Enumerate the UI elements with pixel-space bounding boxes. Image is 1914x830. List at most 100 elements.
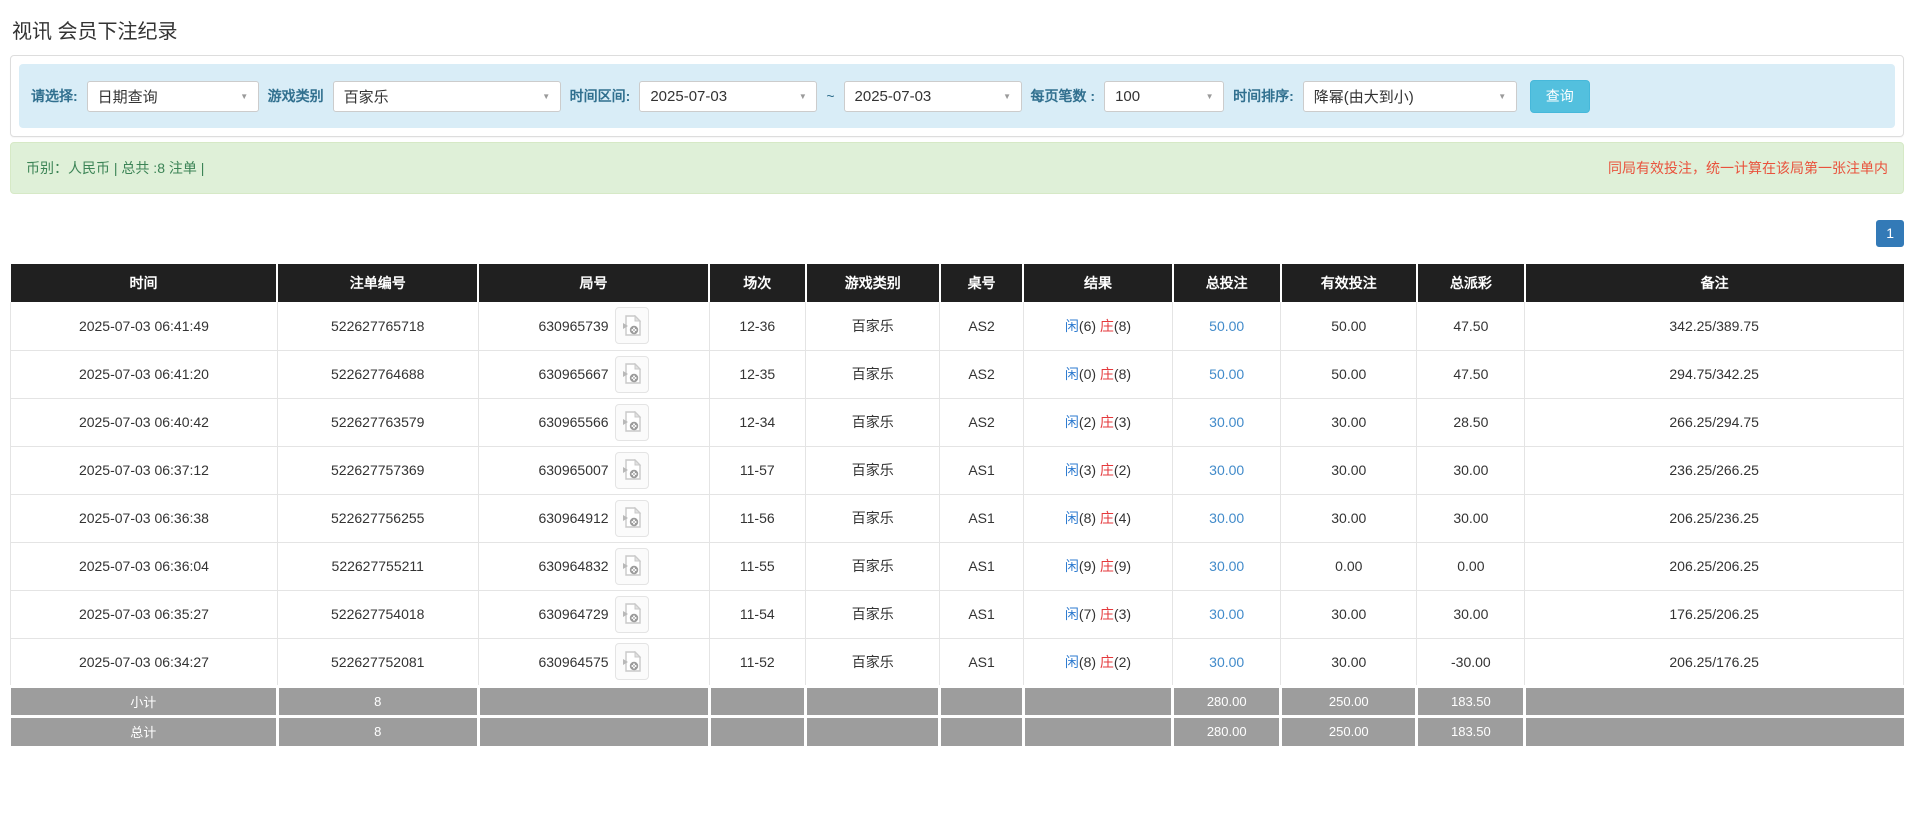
cell-note: 266.25/294.75 — [1525, 398, 1904, 446]
column-header-2: 局号 — [478, 264, 709, 302]
result-player-label: 闲 — [1065, 558, 1079, 574]
result-banker-value: (8) — [1114, 366, 1131, 382]
total-bet-link[interactable]: 30.00 — [1209, 414, 1244, 430]
time-sort-label: 时间排序: — [1233, 86, 1294, 106]
result-banker-label: 庄 — [1100, 510, 1114, 526]
table-row: 2025-07-03 06:34:27522627752081630964575… — [11, 638, 1904, 686]
result-player-value: (6) — [1079, 318, 1096, 334]
result-banker-value: (9) — [1114, 558, 1131, 574]
total-bet-link[interactable]: 30.00 — [1209, 558, 1244, 574]
cell-session: 11-54 — [709, 590, 806, 638]
table-row: 2025-07-03 06:37:12522627757369630965007… — [11, 446, 1904, 494]
cell-session: 11-52 — [709, 638, 806, 686]
cell-total-bet: 30.00 — [1173, 398, 1281, 446]
time-sort-value: 降幂(由大到小) — [1304, 86, 1489, 107]
date-to-select[interactable]: 2025-07-03 ▼ — [844, 81, 1022, 112]
chevron-down-icon[interactable]: ▼ — [533, 82, 560, 111]
summary-currency-count: 币别：人民币 | 总共 :8 注单 | — [26, 158, 204, 178]
subtotal-total-bet: 280.00 — [1173, 686, 1281, 716]
page-button-1[interactable]: 1 — [1876, 220, 1904, 247]
cell-bet-id: 522627752081 — [277, 638, 478, 686]
cell-result: 闲(8) 庄(4) — [1023, 494, 1173, 542]
cell-valid-bet: 0.00 — [1281, 542, 1417, 590]
query-type-value: 日期查询 — [88, 86, 231, 107]
time-sort-select[interactable]: 降幂(由大到小) ▼ — [1303, 81, 1517, 112]
video-replay-button[interactable] — [615, 500, 649, 537]
result-player-value: (8) — [1079, 510, 1096, 526]
total-bet-link[interactable]: 50.00 — [1209, 366, 1244, 382]
table-row: 2025-07-03 06:41:20522627764688630965667… — [11, 350, 1904, 398]
cell-total-bet: 50.00 — [1173, 350, 1281, 398]
chevron-down-icon[interactable]: ▼ — [1196, 82, 1223, 111]
cell-round-id: 630965007 — [478, 446, 709, 494]
column-header-10: 备注 — [1525, 264, 1904, 302]
result-banker-label: 庄 — [1100, 366, 1114, 382]
subtotal-valid-bet: 250.00 — [1281, 686, 1417, 716]
subtotal-payout: 183.50 — [1417, 686, 1525, 716]
cell-note: 236.25/266.25 — [1525, 446, 1904, 494]
video-replay-button[interactable] — [615, 452, 649, 489]
total-bet-link[interactable]: 30.00 — [1209, 606, 1244, 622]
cell-bet-id: 522627764688 — [277, 350, 478, 398]
cell-bet-id: 522627756255 — [277, 494, 478, 542]
chevron-down-icon[interactable]: ▼ — [1489, 82, 1516, 111]
cell-game-type: 百家乐 — [806, 590, 940, 638]
total-empty-cell — [709, 716, 806, 746]
total-bet-link[interactable]: 50.00 — [1209, 318, 1244, 334]
result-player-label: 闲 — [1065, 366, 1079, 382]
cell-result: 闲(8) 庄(2) — [1023, 638, 1173, 686]
cell-time: 2025-07-03 06:36:38 — [11, 494, 278, 542]
cell-round-id: 630964575 — [478, 638, 709, 686]
result-player-label: 闲 — [1065, 510, 1079, 526]
cell-time: 2025-07-03 06:36:04 — [11, 542, 278, 590]
date-from-select[interactable]: 2025-07-03 ▼ — [639, 81, 817, 112]
page-title: 视讯 会员下注纪录 — [12, 15, 1904, 44]
cell-valid-bet: 30.00 — [1281, 398, 1417, 446]
cell-game-type: 百家乐 — [806, 638, 940, 686]
total-bet-link[interactable]: 30.00 — [1209, 510, 1244, 526]
column-header-9: 总派彩 — [1417, 264, 1525, 302]
cell-session: 11-55 — [709, 542, 806, 590]
cell-table-no: AS2 — [940, 302, 1023, 350]
total-bet-link[interactable]: 30.00 — [1209, 654, 1244, 670]
cell-valid-bet: 30.00 — [1281, 494, 1417, 542]
search-button[interactable]: 查询 — [1530, 80, 1590, 113]
video-replay-button[interactable] — [615, 548, 649, 585]
video-file-icon — [622, 555, 642, 577]
column-header-0: 时间 — [11, 264, 278, 302]
cell-payout: 47.50 — [1417, 350, 1525, 398]
total-empty-cell — [1023, 716, 1173, 746]
chevron-down-icon[interactable]: ▼ — [231, 82, 258, 111]
cell-round-id: 630965667 — [478, 350, 709, 398]
total-empty-cell — [478, 716, 709, 746]
cell-bet-id: 522627754018 — [277, 590, 478, 638]
cell-total-bet: 50.00 — [1173, 302, 1281, 350]
query-type-select[interactable]: 日期查询 ▼ — [87, 81, 259, 112]
chevron-down-icon[interactable]: ▼ — [789, 82, 816, 111]
result-banker-label: 庄 — [1100, 318, 1114, 334]
cell-total-bet: 30.00 — [1173, 542, 1281, 590]
cell-table-no: AS1 — [940, 638, 1023, 686]
video-replay-button[interactable] — [615, 404, 649, 441]
subtotal-count: 8 — [277, 686, 478, 716]
subtotal-empty-cell — [940, 686, 1023, 716]
game-type-select[interactable]: 百家乐 ▼ — [333, 81, 561, 112]
cell-bet-id: 522627757369 — [277, 446, 478, 494]
round-id-text: 630965566 — [538, 414, 608, 430]
per-page-select[interactable]: 100 ▼ — [1104, 81, 1224, 112]
cell-payout: 30.00 — [1417, 590, 1525, 638]
result-player-label: 闲 — [1065, 318, 1079, 334]
video-replay-button[interactable] — [615, 643, 649, 680]
total-bet-link[interactable]: 30.00 — [1209, 462, 1244, 478]
video-replay-button[interactable] — [615, 596, 649, 633]
cell-valid-bet: 50.00 — [1281, 302, 1417, 350]
video-replay-button[interactable] — [615, 307, 649, 344]
result-player-label: 闲 — [1065, 654, 1079, 670]
cell-time: 2025-07-03 06:40:42 — [11, 398, 278, 446]
video-replay-button[interactable] — [615, 356, 649, 393]
column-header-7: 总投注 — [1173, 264, 1281, 302]
video-file-icon — [622, 603, 642, 625]
video-file-icon — [622, 315, 642, 337]
column-header-8: 有效投注 — [1281, 264, 1417, 302]
chevron-down-icon[interactable]: ▼ — [994, 82, 1021, 111]
